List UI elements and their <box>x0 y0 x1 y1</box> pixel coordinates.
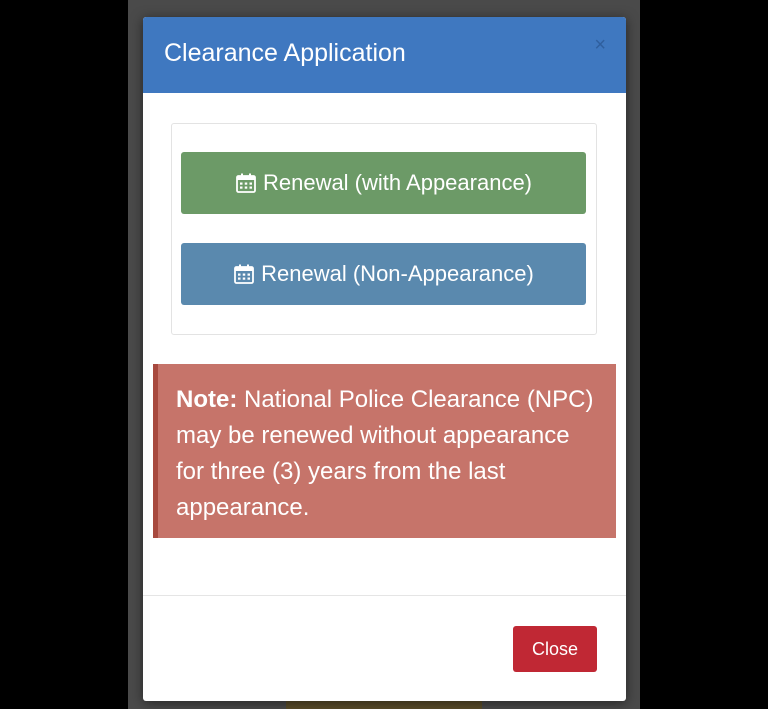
close-button[interactable]: Close <box>513 626 597 672</box>
options-panel: Renewal (with Appearance) Renewal (Non-A… <box>171 123 597 335</box>
close-x-icon[interactable]: × <box>594 35 606 55</box>
note-text: National Police Clearance (NPC) may be r… <box>176 386 594 521</box>
note-label: Note: <box>176 386 238 413</box>
calendar-icon <box>236 173 256 193</box>
renewal-with-appearance-label: Renewal (with Appearance) <box>262 170 533 195</box>
modal-title: Clearance Application <box>164 39 406 67</box>
renewal-non-appearance-button[interactable]: Renewal (Non-Appearance) <box>181 243 586 305</box>
backdrop-strip <box>286 700 482 709</box>
footer-divider <box>143 595 626 596</box>
renewal-non-appearance-label: Renewal (Non-Appearance) <box>261 261 534 286</box>
note-alert: Note: National Police Clearance (NPC) ma… <box>153 364 616 538</box>
clearance-application-modal: Clearance Application × Renewal (with Ap… <box>143 17 626 701</box>
calendar-icon <box>234 264 255 284</box>
modal-header: Clearance Application × <box>143 17 626 93</box>
renewal-with-appearance-button[interactable]: Renewal (with Appearance) <box>181 152 586 214</box>
